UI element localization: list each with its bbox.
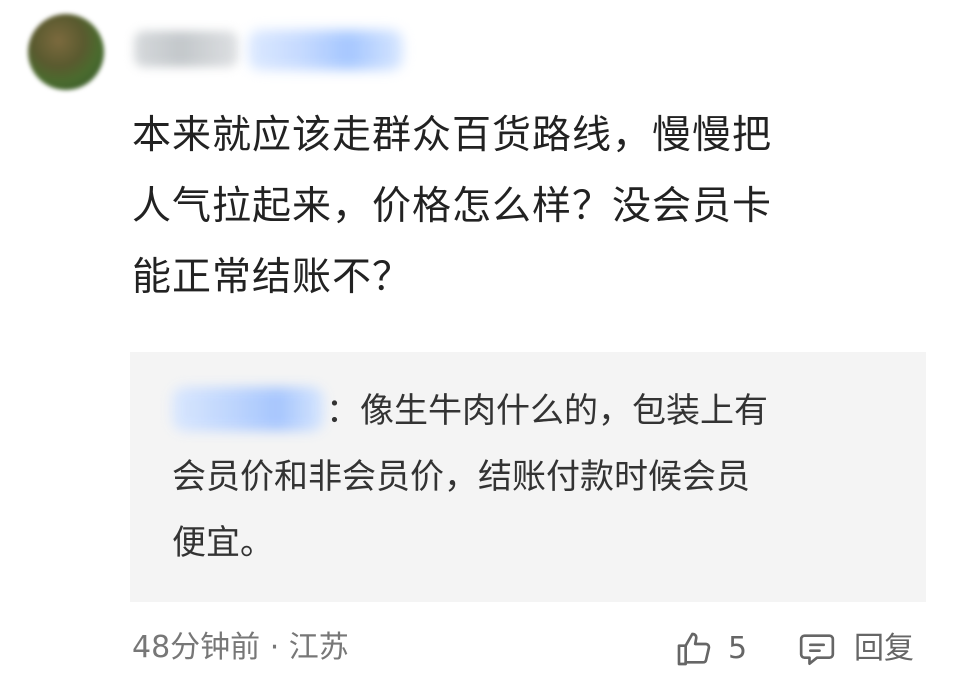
like-button[interactable]: 5 — [674, 622, 747, 676]
reply-content: ：像生牛肉什么的，包装上有 会员价和非会员价，结账付款时候会员 便宜。 — [172, 391, 768, 563]
comment-text: 本来就应该走群众百货路线，慢慢把 人气拉起来，价格怎么样？没会员卡 能正常结账不… — [132, 113, 773, 300]
user-badge-blurred — [248, 30, 403, 70]
comment-meta: 48分钟前 · 江苏 — [132, 630, 349, 665]
reply-author-spacer — [172, 421, 326, 422]
thumbs-up-icon — [674, 629, 714, 669]
avatar[interactable] — [28, 14, 104, 90]
comment-bubble-icon — [796, 629, 838, 669]
reply-label: 回复 — [854, 631, 914, 666]
reply-text: ：像生牛肉什么的，包装上有 会员价和非会员价，结账付款时候会员 便宜。 — [172, 378, 902, 576]
like-count: 5 — [728, 631, 748, 666]
reply-button[interactable]: 回复 — [796, 622, 914, 676]
username-blurred[interactable] — [134, 31, 238, 67]
